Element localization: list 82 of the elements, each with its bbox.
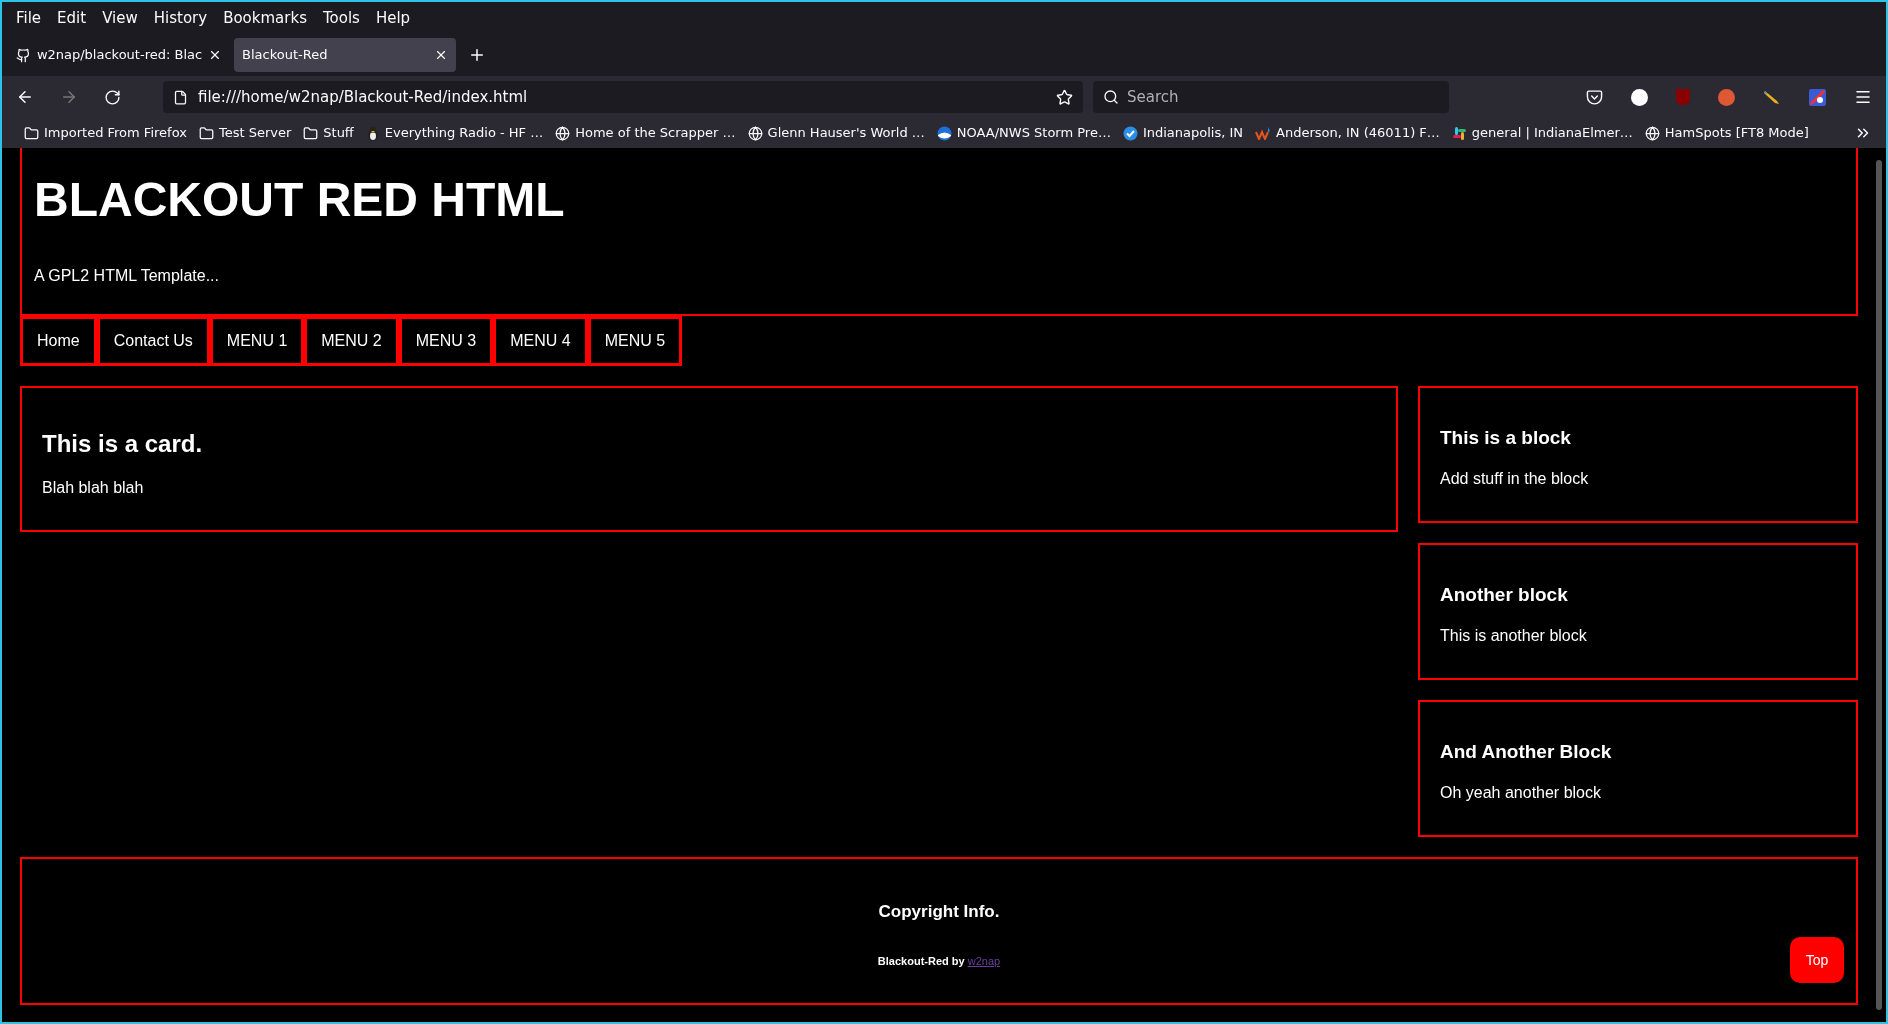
block-text: Add stuff in the block [1440,468,1590,489]
new-tab-icon[interactable] [468,46,486,64]
tab-title: Blackout-Red [242,46,329,65]
puzzle-flag-icon[interactable] [1809,88,1826,106]
tab-title: w2nap/blackout-red: Blac [36,46,203,65]
globe-icon [555,125,571,141]
footer-title: Copyright Info. [878,901,1000,923]
menu-item[interactable]: View [94,4,146,32]
credit-text: Blackout-Red by w2nap [877,953,1001,969]
bookmark-item[interactable]: Test Server [198,123,292,143]
bookmark-item[interactable]: Indianapolis, IN [1122,123,1244,143]
menu-icon[interactable] [1854,88,1872,106]
menu-item[interactable]: Tools [314,4,368,32]
menu-item[interactable]: Help [367,4,419,32]
card-text: Blah blah blah [42,478,145,498]
bookmark-label: HamSpots [FT8 Mode] [1664,124,1809,143]
block-text: This is another block [1440,625,1588,646]
back-icon[interactable] [16,88,34,106]
bookmark-item[interactable]: HamSpots [FT8 Mode] [1644,123,1809,143]
nav-link[interactable]: MENU 2 [304,316,399,366]
check-badge-icon [1122,125,1138,141]
block-text: Oh yeah another block [1440,782,1602,803]
bookmark-label: NOAA/NWS Storm Pre… [956,124,1111,143]
bookmark-item[interactable]: Everything Radio - HF … [365,123,544,143]
penguin-icon [365,125,380,141]
menu-item[interactable]: History [145,4,216,32]
bookmark-label: Home of the Scrapper … [575,124,736,143]
close-icon[interactable] [434,48,448,62]
bookmark-label: Stuff [323,124,354,143]
folder-icon [198,125,214,141]
bookmark-label: Everything Radio - HF … [384,124,544,143]
search-icon [1103,89,1119,105]
bookmark-item[interactable]: Home of the Scrapper … [555,123,736,143]
url-text: file:///home/w2nap/Blackout-Red/index.html [198,86,529,108]
bookmark-item[interactable]: Stuff [303,123,354,143]
pocket-icon[interactable] [1586,88,1603,106]
pencil-icon[interactable] [1763,89,1781,105]
search-placeholder: Search [1127,86,1179,108]
reload-icon[interactable] [104,88,121,106]
nav-link[interactable]: Contact Us [96,316,210,366]
search-field[interactable]: Search [1093,81,1449,113]
hash-logo-icon [1451,125,1467,141]
top-button[interactable]: Top [1790,937,1844,983]
chart-logo-icon [1255,126,1272,140]
folder-icon [24,125,39,141]
folder-icon [303,125,319,141]
globe-icon [747,125,763,141]
page-icon [173,89,188,105]
card-title: This is a card. [42,429,204,459]
globe-icon [1644,125,1660,141]
menu-item[interactable]: Bookmarks [215,4,315,32]
bookmark-label: Test Server [218,124,292,143]
site-title: BLACKOUT RED HTML [34,176,566,224]
menu-item[interactable]: File [8,4,50,32]
nav-link[interactable]: Home [20,316,97,366]
bookmark-item[interactable]: general | IndianaElmer… [1451,123,1633,143]
site-subtitle: A GPL2 HTML Template... [34,266,220,286]
star-icon[interactable] [1056,88,1073,106]
circle-logo-icon [936,125,952,141]
bookmark-item[interactable]: NOAA/NWS Storm Pre… [936,123,1111,143]
browser-tab[interactable]: w2nap/blackout-red: Blac [8,38,230,72]
close-icon[interactable] [208,48,222,62]
bookmark-label: general | IndianaElmer… [1471,124,1633,143]
browser-tab[interactable]: Blackout-Red [234,38,456,72]
block-title: This is a block [1440,426,1572,450]
nav-link[interactable]: MENU 1 [209,316,305,366]
bookmark-item[interactable]: Imported From Firefox [24,123,187,143]
bookmark-label: Anderson, IN (46011) F… [1276,124,1440,143]
bookmark-item[interactable]: Anderson, IN (46011) F… [1255,123,1440,143]
bookmark-label: Glenn Hauser's World … [767,124,925,143]
bookmark-label: Imported From Firefox [44,124,187,143]
nav-link[interactable]: MENU 5 [587,316,683,366]
github-icon [16,47,31,63]
block-title: Another block [1440,583,1569,607]
bookmark-label: Indianapolis, IN [1142,124,1244,143]
menu-item[interactable]: Edit [49,4,95,32]
block-title: And Another Block [1440,740,1613,764]
bookmark-item[interactable]: Glenn Hauser's World … [747,123,925,143]
nav-link[interactable]: MENU 4 [493,316,588,366]
forward-icon[interactable] [60,88,78,106]
nav-link[interactable]: MENU 3 [398,316,494,366]
address-bar[interactable]: file:///home/w2nap/Blackout-Red/index.html [163,81,1083,113]
